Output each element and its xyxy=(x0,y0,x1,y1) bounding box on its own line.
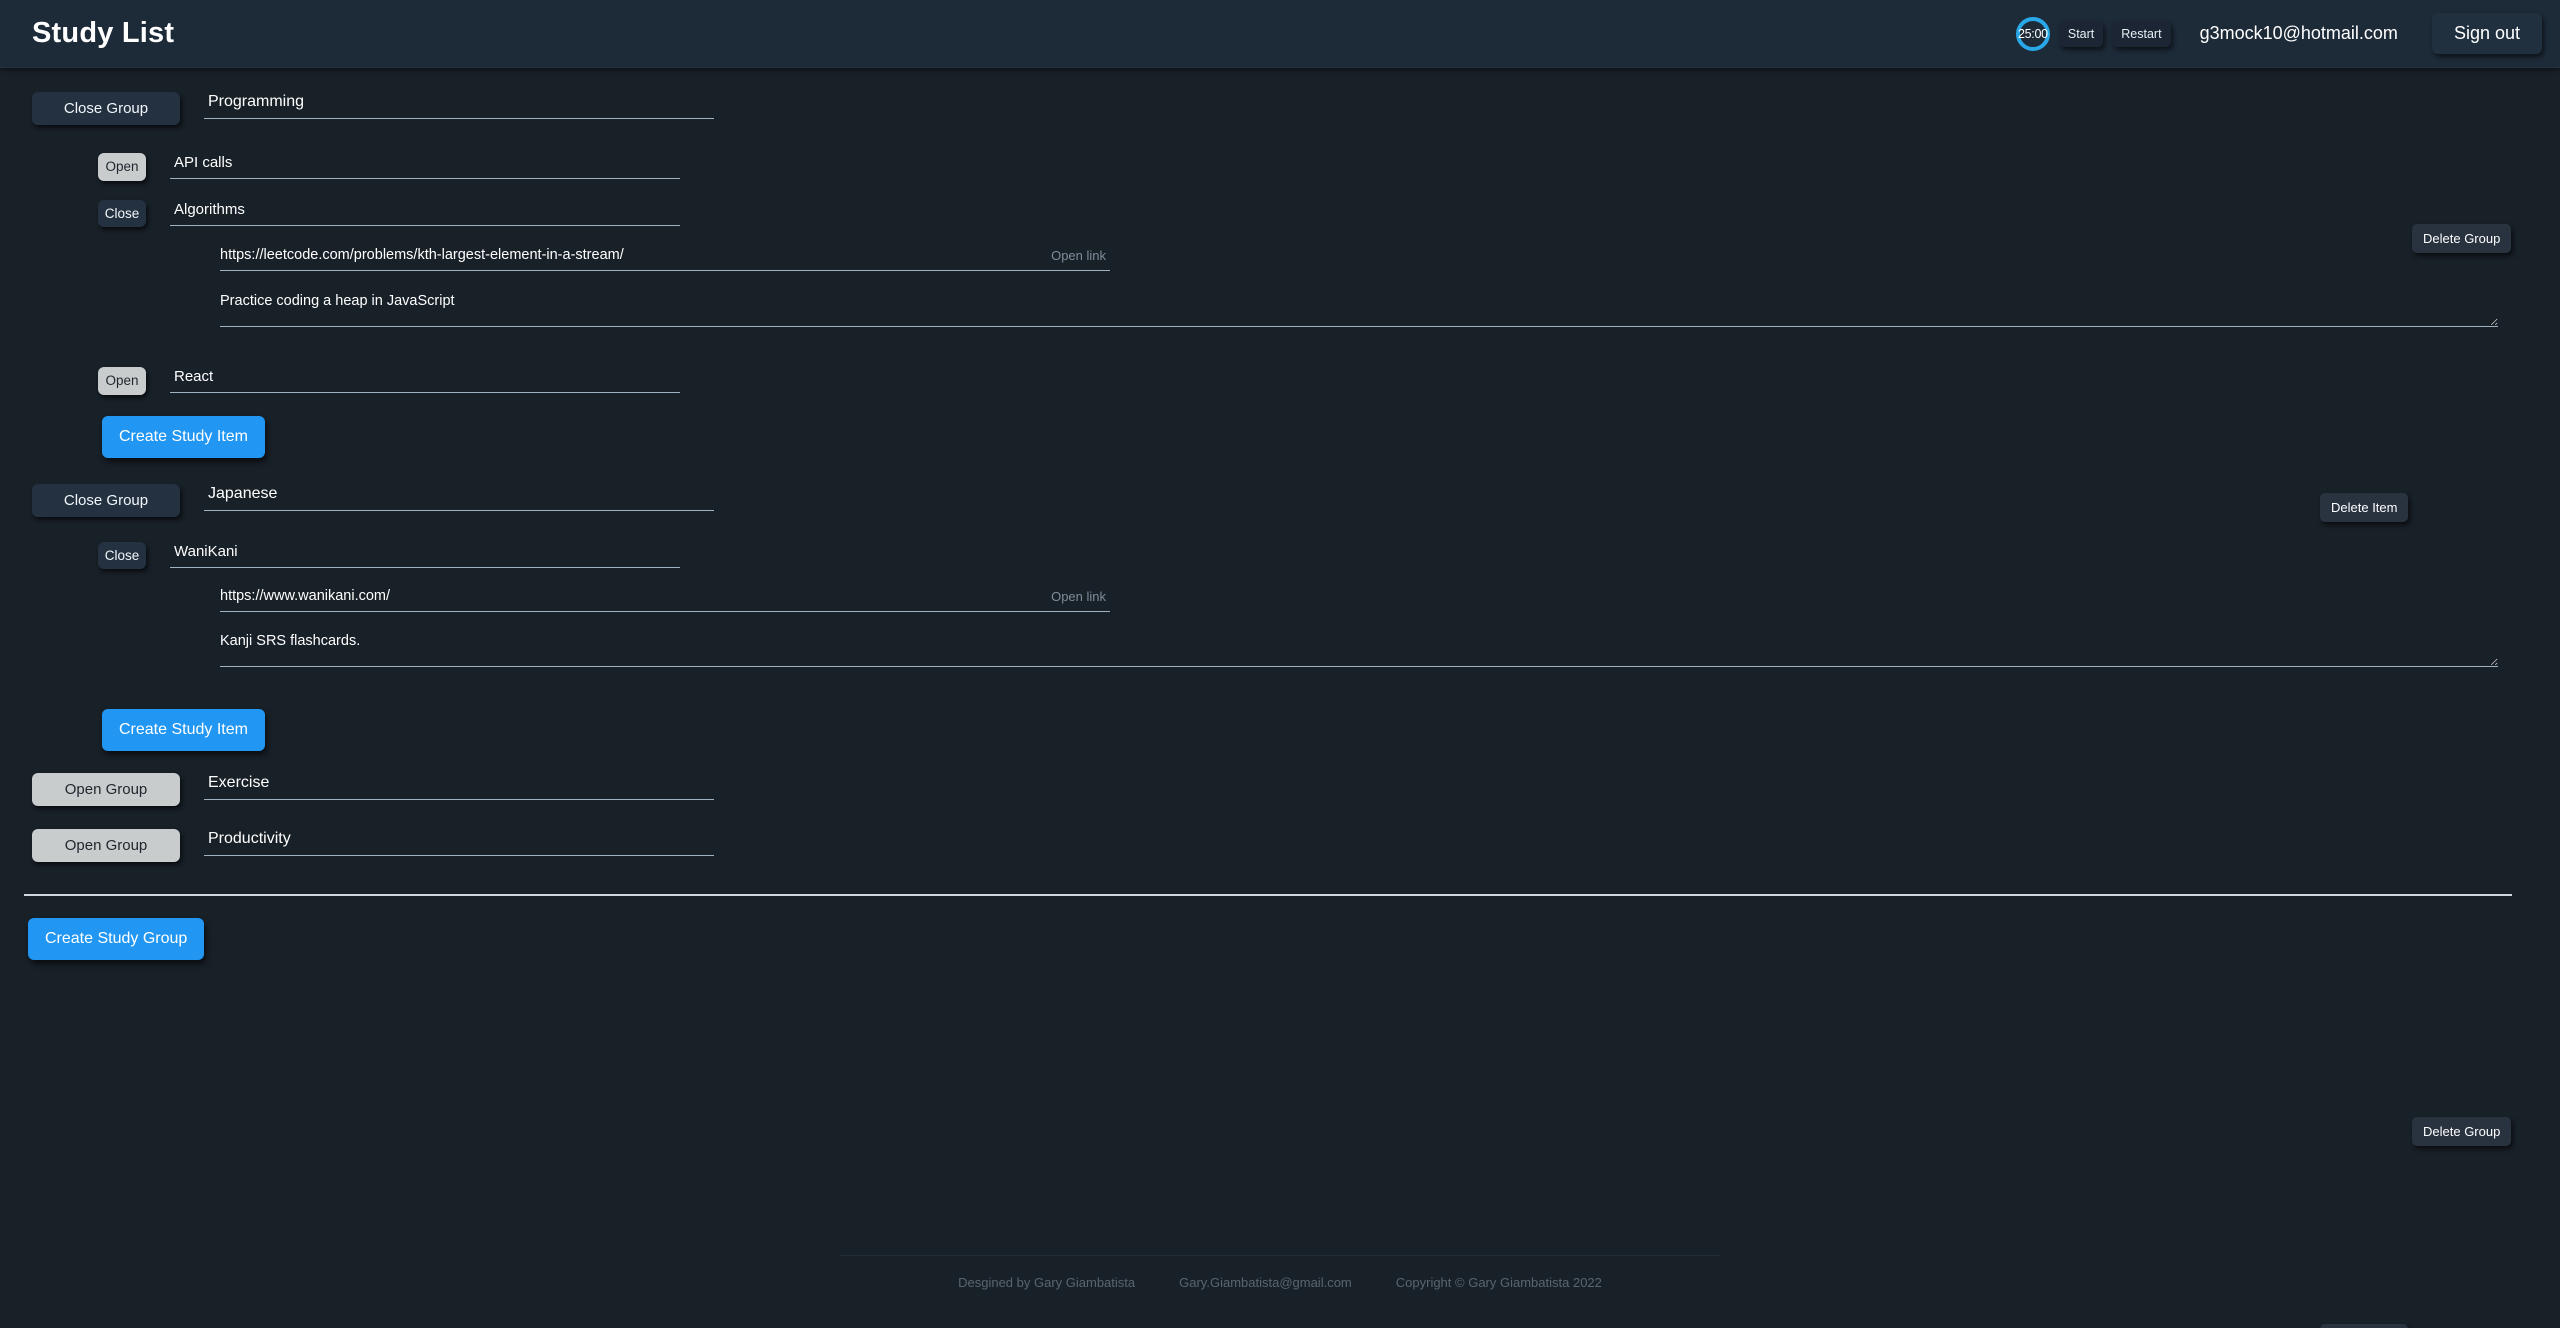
create-study-group-button[interactable]: Create Study Group xyxy=(28,918,205,960)
create-study-item-button[interactable]: Create Study Item xyxy=(102,415,265,458)
study-item-row: Open xyxy=(98,367,2560,395)
item-link-input[interactable] xyxy=(220,588,1052,604)
create-study-item-button[interactable]: Create Study Item xyxy=(102,709,265,751)
section-divider xyxy=(24,894,2512,896)
footer-links: Desgined by Gary Giambatista Gary.Giamba… xyxy=(958,1275,1602,1290)
group-header-row: Open Group xyxy=(32,773,2560,806)
create-group-wrap: Create Study Group xyxy=(28,918,2560,960)
study-item-row: Close xyxy=(98,541,2560,569)
group-name-input[interactable] xyxy=(204,484,714,511)
create-item-wrap: Create Study Item xyxy=(102,415,2560,458)
study-group: Open Group xyxy=(0,829,2560,862)
group-toggle-button[interactable]: Open Group xyxy=(32,829,180,862)
delete-group-button[interactable]: Delete Group xyxy=(2412,1116,2512,1146)
group-header-row: Close Group xyxy=(32,92,2560,125)
open-link-button[interactable]: Open link xyxy=(1051,589,1110,604)
item-link-row: Open link xyxy=(220,588,1110,612)
pomodoro-timer[interactable]: 25:00 xyxy=(2015,16,2050,51)
timer-restart-button[interactable]: Restart xyxy=(2112,20,2171,47)
study-item-row: Open xyxy=(98,153,2560,181)
study-list-page: Close Group Delete Group Open Close Open… xyxy=(0,68,2560,1328)
item-name-input[interactable] xyxy=(170,200,680,226)
create-item-wrap: Create Study Item xyxy=(102,709,2560,751)
study-group: Close Group Delete Group Open Close Open… xyxy=(0,92,2560,522)
footer-designer: Desgined by Gary Giambatista xyxy=(958,1275,1136,1290)
item-toggle-button[interactable]: Open xyxy=(98,367,146,395)
item-link-row: Open link xyxy=(220,247,1110,271)
footer-copyright: Copyright © Gary Giambatista 2022 xyxy=(1395,1275,1602,1290)
item-toggle-button[interactable]: Close xyxy=(98,541,146,569)
sign-out-button[interactable]: Sign out xyxy=(2431,13,2542,54)
group-header-row: Open Group xyxy=(32,829,2560,862)
footer-email[interactable]: Gary.Giambatista@gmail.com xyxy=(1179,1275,1352,1290)
page-footer: Desgined by Gary Giambatista Gary.Giamba… xyxy=(0,1255,2560,1292)
group-toggle-button[interactable]: Close Group xyxy=(32,92,180,125)
study-item-details: Open link Practice coding a heap in Java… xyxy=(220,247,2560,327)
item-link-input[interactable] xyxy=(220,247,1052,263)
delete-group-button[interactable]: Delete Group xyxy=(2412,224,2512,253)
group-name-input[interactable] xyxy=(204,830,714,856)
delete-item-button[interactable]: Delete Item xyxy=(2320,1323,2409,1328)
item-name-input[interactable] xyxy=(170,368,680,393)
app-header: Study List 25:00 Start Restart g3mock10@… xyxy=(0,0,2560,68)
study-group: Close Group Delete Group Close Open link… xyxy=(0,483,2560,1328)
study-group: Open Group xyxy=(0,773,2560,806)
footer-divider xyxy=(840,1255,1720,1256)
item-name-input[interactable] xyxy=(170,542,680,568)
page-title: Study List xyxy=(32,17,175,49)
group-toggle-button[interactable]: Close Group xyxy=(32,483,180,517)
study-item-details: Open link Kanji SRS flashcards. xyxy=(220,588,2560,667)
user-email-label: g3mock10@hotmail.com xyxy=(2199,23,2398,43)
timer-start-button[interactable]: Start xyxy=(2058,20,2104,47)
item-notes-textarea[interactable]: Kanji SRS flashcards. xyxy=(220,625,2498,667)
item-notes-textarea[interactable]: Practice coding a heap in JavaScript xyxy=(220,285,2498,327)
item-toggle-button[interactable]: Close xyxy=(98,199,146,227)
group-name-input[interactable] xyxy=(204,93,714,119)
group-toggle-button[interactable]: Open Group xyxy=(32,773,180,806)
group-header-row: Close Group xyxy=(32,483,2560,517)
timer-value: 25:00 xyxy=(2017,26,2048,41)
open-link-button[interactable]: Open link xyxy=(1051,248,1110,263)
group-name-input[interactable] xyxy=(204,774,714,800)
study-item-row: Close xyxy=(98,199,2560,227)
item-name-input[interactable] xyxy=(170,154,680,179)
header-actions: 25:00 Start Restart g3mock10@hotmail.com… xyxy=(2015,13,2542,54)
item-toggle-button[interactable]: Open xyxy=(98,153,146,181)
